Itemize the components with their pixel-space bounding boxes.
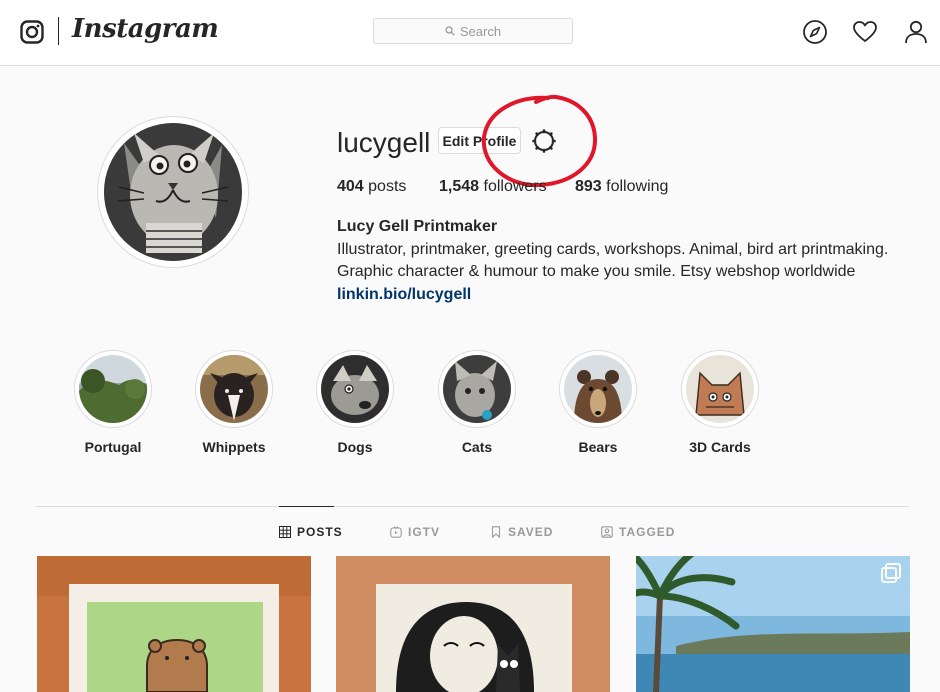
- tabs-divider: [36, 506, 909, 507]
- palm-lake-photo: [636, 556, 910, 692]
- instagram-wordmark[interactable]: Instagram: [72, 14, 219, 44]
- top-nav-bar: Instagram Search: [0, 0, 940, 66]
- highlight-label: Dogs: [337, 439, 373, 455]
- highlight-label: Cats: [461, 439, 493, 455]
- tab-igtv[interactable]: IGTV: [390, 525, 440, 539]
- tab-label: IGTV: [408, 525, 441, 539]
- highlight-label: Portugal: [84, 439, 142, 455]
- highlight-thumbnail: [321, 355, 389, 423]
- bio-full-name: Lucy Gell Printmaker: [337, 218, 498, 235]
- highlight-ring: [195, 350, 273, 428]
- highlight-cats[interactable]: Cats: [432, 350, 522, 455]
- highlight-portugal[interactable]: Portugal: [68, 350, 158, 455]
- profile-person-icon[interactable]: [903, 19, 929, 45]
- followers-stat[interactable]: 1,548 followers: [439, 178, 547, 196]
- highlight-ring: [438, 350, 516, 428]
- posts-stat: 404 posts: [337, 178, 406, 196]
- post-thumbnail[interactable]: [37, 556, 311, 692]
- tab-label: POSTS: [297, 525, 343, 539]
- highlight-thumbnail: [443, 355, 511, 423]
- following-count: 893: [575, 178, 602, 195]
- highlight-thumbnail: [200, 355, 268, 423]
- highlight-ring: [681, 350, 759, 428]
- whippet-thumbnail: [200, 355, 268, 423]
- posts-count: 404: [337, 178, 364, 195]
- highlight-dogs[interactable]: Dogs: [310, 350, 400, 455]
- highlight-ring: [74, 350, 152, 428]
- activity-heart-icon[interactable]: [852, 19, 878, 45]
- profile-username: lucygell: [337, 127, 431, 158]
- highlight-thumbnail: [686, 355, 754, 423]
- highlight-thumbnail: [79, 355, 147, 423]
- igtv-icon: [390, 526, 402, 538]
- bear-thumbnail: [564, 355, 632, 423]
- highlight-ring: [559, 350, 637, 428]
- highlight-label: 3D Cards: [689, 439, 751, 455]
- post-thumbnail[interactable]: [336, 556, 610, 692]
- instagram-glyph-icon[interactable]: [20, 20, 44, 44]
- post-thumbnail[interactable]: [636, 556, 910, 692]
- landscape-thumbnail: [79, 355, 147, 423]
- search-icon: [445, 26, 455, 36]
- bio-link[interactable]: linkin.bio/lucygell: [337, 286, 471, 303]
- explore-compass-icon[interactable]: [802, 19, 828, 45]
- tab-label: TAGGED: [619, 525, 676, 539]
- cat-print-illustration: [104, 123, 242, 261]
- bear-frame-photo: [37, 556, 311, 692]
- gear-icon: [532, 129, 556, 153]
- search-placeholder: Search: [459, 23, 502, 39]
- woman-cat-print-photo: [336, 556, 610, 692]
- highlight-bears[interactable]: Bears: [553, 350, 643, 455]
- nav-divider: [58, 17, 59, 45]
- tab-posts[interactable]: POSTS: [279, 525, 343, 539]
- followers-count: 1,548: [439, 178, 480, 195]
- edit-profile-button[interactable]: Edit Profile: [438, 127, 521, 154]
- highlight-ring: [316, 350, 394, 428]
- search-input[interactable]: Search: [373, 18, 573, 44]
- bio-line-1: Illustrator, printmaker, greeting cards,…: [337, 240, 889, 258]
- bio-line-2: Graphic character & humour to make you s…: [337, 263, 856, 280]
- grid-icon: [279, 526, 291, 538]
- dog-print-thumbnail: [321, 355, 389, 423]
- active-tab-indicator: [279, 506, 334, 507]
- following-label: following: [606, 178, 669, 195]
- settings-gear-button[interactable]: [530, 127, 558, 155]
- followers-label: followers: [483, 178, 547, 195]
- tab-tagged[interactable]: TAGGED: [601, 525, 675, 539]
- highlight-label: Whippets: [202, 439, 266, 455]
- highlight-thumbnail: [564, 355, 632, 423]
- posts-label: posts: [368, 178, 407, 195]
- following-stat[interactable]: 893 following: [575, 178, 668, 196]
- 3d-card-thumbnail: [686, 355, 754, 423]
- highlight-whippets[interactable]: Whippets: [189, 350, 279, 455]
- highlight-3d-cards[interactable]: 3D Cards: [675, 350, 765, 455]
- tab-label: SAVED: [508, 525, 554, 539]
- bookmark-icon: [491, 526, 501, 538]
- tab-saved[interactable]: SAVED: [490, 525, 553, 539]
- profile-avatar[interactable]: [104, 123, 242, 261]
- highlight-label: Bears: [578, 439, 618, 455]
- cat-print-thumbnail: [443, 355, 511, 423]
- profile-bio: Lucy Gell Printmaker Illustrator, printm…: [337, 216, 897, 306]
- tagged-person-icon: [601, 526, 613, 538]
